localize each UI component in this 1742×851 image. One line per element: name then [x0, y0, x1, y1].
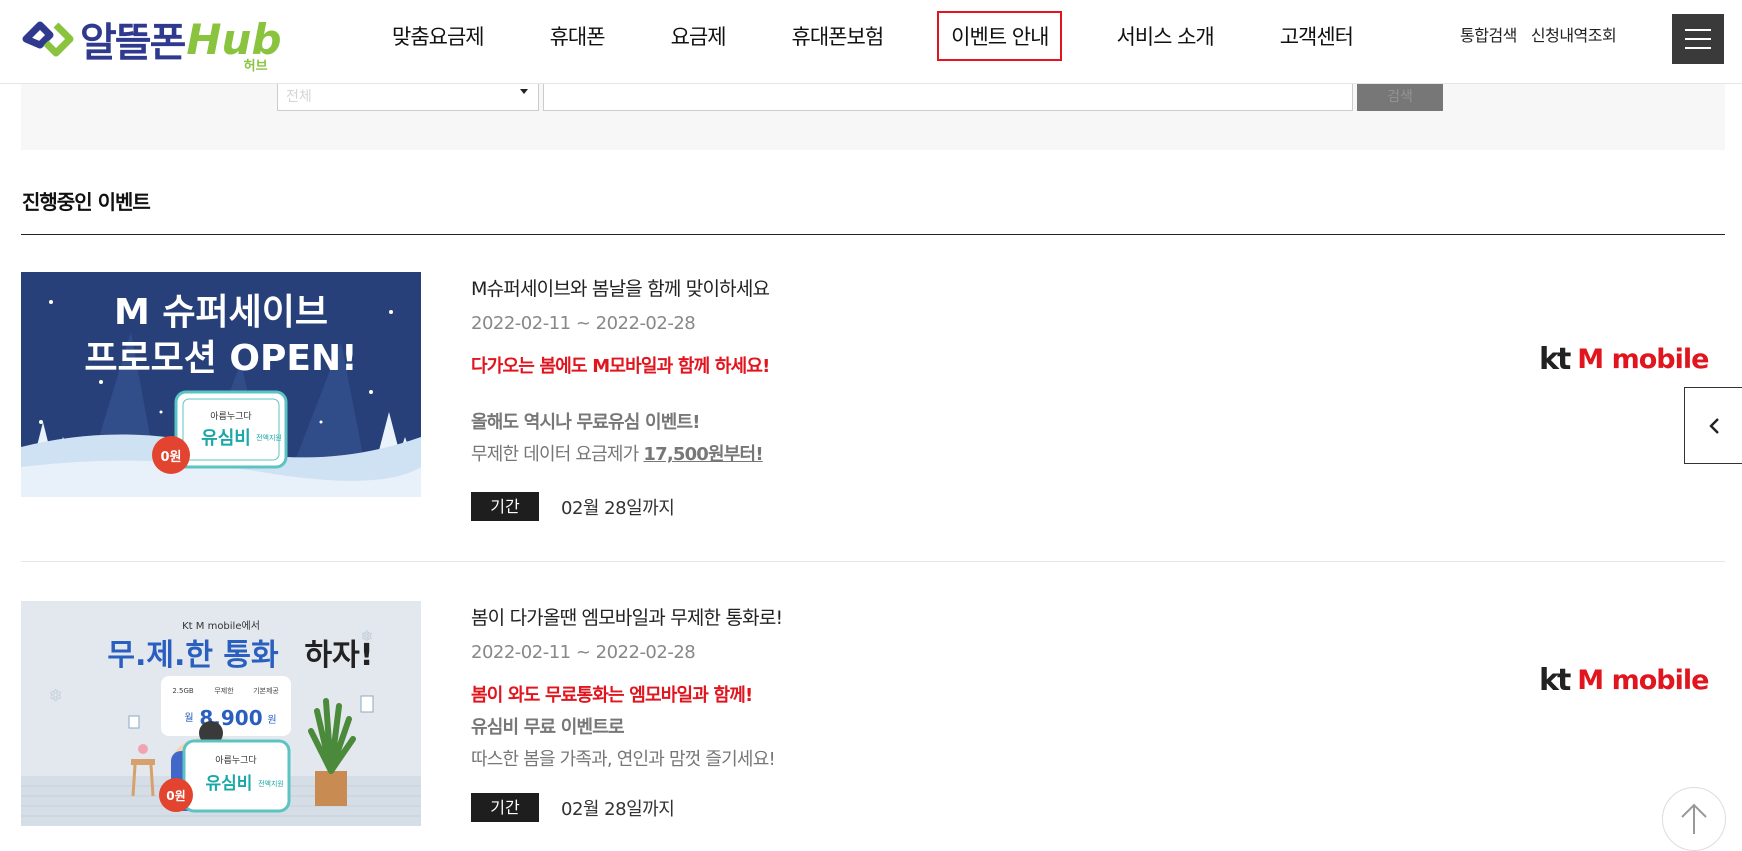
scroll-top-button[interactable]: [1662, 787, 1726, 851]
banner2-top: Kt M mobile에서: [182, 620, 260, 632]
integrated-search-link[interactable]: 통합검색: [1460, 22, 1517, 46]
banner2-badge-text: 유심비: [206, 774, 253, 794]
brand-logo: kt M mobile: [1539, 663, 1709, 698]
event-banner-image: M 슈퍼세이브 프로모션 OPEN! 아름누그다 유심비 전액지원 0원: [21, 272, 421, 497]
site-logo[interactable]: 알뜰폰 Hub 허브: [20, 10, 282, 74]
banner2-price-label: 월: [184, 712, 193, 724]
period-tag: 기간: [471, 492, 539, 521]
search-category-select[interactable]: 전체: [277, 84, 539, 111]
logo-text: 알뜰폰: [80, 20, 186, 66]
nav-item-custom-plan[interactable]: 맞춤요금제: [380, 13, 496, 59]
brand-kt: kt: [1539, 342, 1571, 377]
event-desc-bold: 유심비 무료 이벤트로: [471, 717, 625, 738]
hamburger-icon-bar: [1685, 38, 1711, 40]
event-item: M 슈퍼세이브 프로모션 OPEN! 아름누그다 유심비 전액지원 0원 M슈퍼…: [21, 272, 1725, 562]
brand-kt: kt: [1539, 663, 1571, 698]
svg-text:❄: ❄: [361, 629, 373, 645]
search-button[interactable]: 검색: [1357, 84, 1443, 111]
arrow-up-icon: [1681, 803, 1707, 834]
banner2-price-badge: 0원: [166, 789, 185, 803]
event-thumbnail[interactable]: M 슈퍼세이브 프로모션 OPEN! 아름누그다 유심비 전액지원 0원: [21, 272, 421, 497]
brand-logo: kt M mobile: [1539, 342, 1709, 377]
event-highlight: 봄이 와도 무료통화는 엠모바일과 함께!: [471, 685, 753, 706]
period-value: 02월 28일까지: [561, 497, 675, 519]
search-category-value: 전체: [286, 89, 312, 105]
brand-name: M mobile: [1577, 344, 1709, 375]
event-thumbnail[interactable]: Kt M mobile에서 무.제.한 통화 하자! ❄ ❄ 2.5GB 무제한…: [21, 601, 421, 826]
event-desc-prefix: 무제한 데이터 요금제가: [471, 444, 644, 465]
hamburger-menu-button[interactable]: [1672, 14, 1724, 64]
event-desc: 따스한 봄을 가족과, 연인과 맘껏 즐기세요!: [471, 749, 776, 770]
nav-item-phone-insurance[interactable]: 휴대폰보험: [780, 13, 896, 59]
hamburger-icon-bar: [1685, 47, 1711, 49]
nav-item-service-intro[interactable]: 서비스 소개: [1104, 13, 1225, 59]
banner1-badge-small: 전액지원: [256, 433, 282, 442]
banner1-line1: M 슈퍼세이브: [114, 292, 328, 333]
search-band: 전체 검색: [21, 84, 1725, 150]
chevron-down-icon: [520, 89, 528, 94]
event-date: 2022-02-11 ~ 2022-02-28: [471, 642, 696, 663]
banner2-badge-small: 전액지원: [258, 779, 284, 788]
main-nav: 맞춤요금제 휴대폰 요금제 휴대폰보험 이벤트 안내 서비스 소개 고객센터: [380, 0, 1407, 72]
banner2-chip3: 기본제공: [253, 686, 279, 695]
banner1-badge-text: 유심비: [201, 428, 251, 449]
hamburger-icon: [1685, 29, 1711, 31]
event-info: 봄이 다가올땐 엠모바일과 무제한 통화로! 2022-02-11 ~ 2022…: [471, 601, 1271, 822]
brand-name: M mobile: [1577, 665, 1709, 696]
nav-item-plans[interactable]: 요금제: [659, 13, 738, 59]
event-title[interactable]: M슈퍼세이브와 봄날을 함께 맞이하세요: [471, 274, 1271, 301]
svg-text:❄: ❄: [49, 686, 62, 705]
banner1-price-badge: 0원: [160, 450, 181, 465]
event-info: M슈퍼세이브와 봄날을 함께 맞이하세요 2022-02-11 ~ 2022-0…: [471, 272, 1271, 521]
event-period: 기간 02월 28일까지: [471, 793, 1271, 822]
event-title[interactable]: 봄이 다가올땐 엠모바일과 무제한 통화로!: [471, 603, 1271, 630]
logo-mark-icon: [22, 21, 74, 57]
event-desc: 무제한 데이터 요금제가 17,500원부터!: [471, 440, 1271, 466]
banner2-headline-a: 무.제.한 통화: [107, 638, 279, 673]
chevron-left-icon: [1708, 417, 1719, 434]
banner2-chip2: 무제한: [214, 687, 234, 695]
search-button-label: 검색: [1387, 89, 1413, 105]
side-panel-toggle[interactable]: [1684, 387, 1742, 464]
logo-hub-sub: 허브: [243, 58, 268, 74]
site-header: 알뜰폰 Hub 허브 맞춤요금제 휴대폰 요금제 휴대폰보험 이벤트 안내 서비…: [0, 0, 1742, 84]
event-period: 기간 02월 28일까지: [471, 492, 1271, 521]
event-desc-emph: 17,500원부터!: [643, 444, 763, 465]
banner2-badge-brand: 아름누그다: [215, 755, 257, 766]
period-value: 02월 28일까지: [561, 798, 675, 820]
period-tag: 기간: [471, 793, 539, 822]
banner2-price-unit: 원: [267, 714, 276, 726]
application-history-link[interactable]: 신청내역조회: [1531, 22, 1617, 46]
section-divider: [21, 234, 1725, 235]
nav-item-events[interactable]: 이벤트 안내: [937, 11, 1063, 61]
search-input[interactable]: [543, 84, 1353, 111]
banner1-line2: 프로모션 OPEN!: [84, 338, 357, 379]
section-title: 진행중인 이벤트: [22, 190, 151, 214]
logo-hub: Hub 허브: [186, 15, 281, 74]
event-item: Kt M mobile에서 무.제.한 통화 하자! ❄ ❄ 2.5GB 무제한…: [21, 601, 1725, 843]
nav-item-phones[interactable]: 휴대폰: [538, 13, 617, 59]
event-date: 2022-02-11 ~ 2022-02-28: [471, 313, 696, 334]
event-banner-image: Kt M mobile에서 무.제.한 통화 하자! ❄ ❄ 2.5GB 무제한…: [21, 601, 421, 826]
nav-item-customer-center[interactable]: 고객센터: [1268, 13, 1365, 59]
event-desc-bold: 올해도 역시나 무료유심 이벤트!: [471, 412, 701, 433]
banner2-chip1: 2.5GB: [172, 687, 194, 695]
event-highlight: 다가오는 봄에도 M모바일과 함께 하세요!: [471, 356, 770, 377]
top-links: 통합검색 신청내역조회: [1460, 22, 1630, 46]
banner1-badge-brand: 아름누그다: [210, 411, 252, 422]
